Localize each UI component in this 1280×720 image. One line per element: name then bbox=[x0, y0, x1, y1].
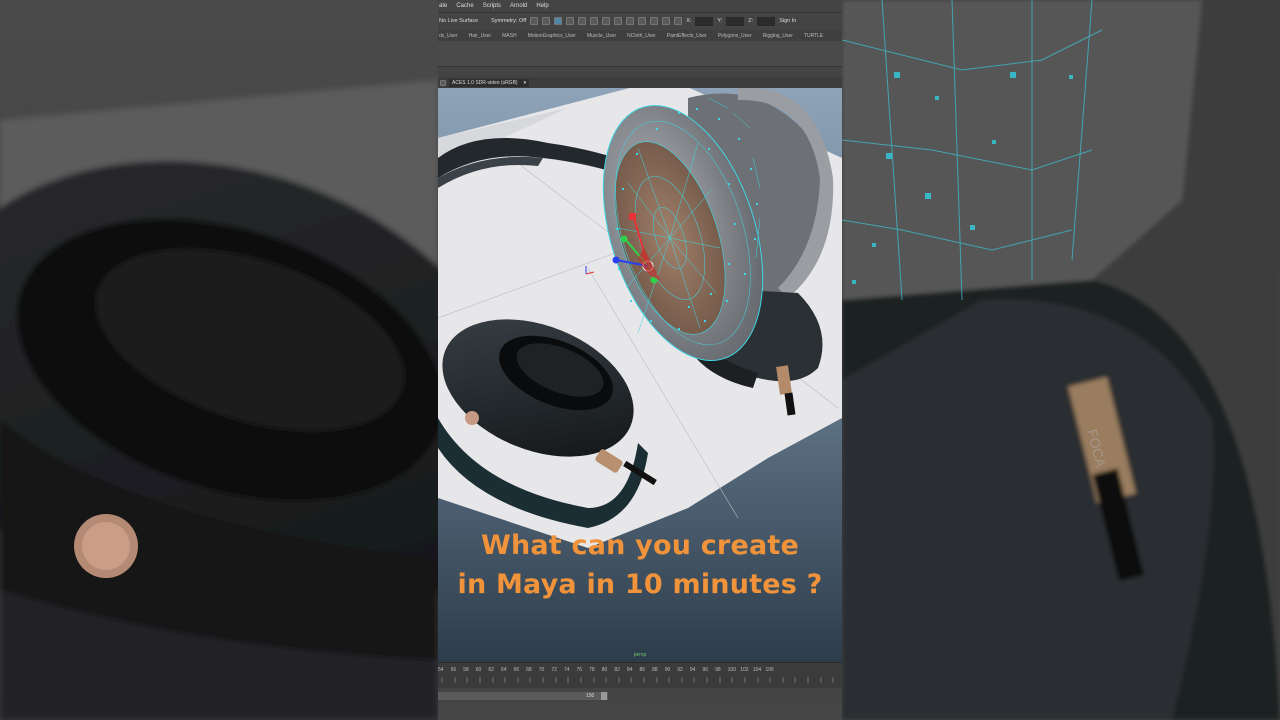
sign-in-button[interactable]: Sign In bbox=[779, 18, 796, 24]
frame-tick: 86 bbox=[639, 667, 646, 673]
blurred-earcup-closeup bbox=[0, 80, 438, 720]
overlay-caption-line2: in Maya in 10 minutes ? bbox=[457, 569, 823, 600]
frame-tick: 64 bbox=[500, 667, 507, 673]
y-field[interactable] bbox=[726, 16, 745, 26]
frame-tick: 90 bbox=[664, 667, 671, 673]
frame-tick: 62 bbox=[488, 667, 494, 673]
ipr-render-icon[interactable] bbox=[614, 17, 623, 25]
camera-icon[interactable] bbox=[440, 79, 446, 86]
frame-tick: 56 bbox=[450, 667, 457, 673]
frame-tick: 76 bbox=[576, 667, 583, 673]
status-line: No Live Surface Symmetry: Off X: Y: Z: S… bbox=[438, 12, 842, 29]
hypershade-icon[interactable] bbox=[638, 17, 647, 25]
range-slider[interactable] bbox=[438, 692, 608, 700]
menu-item-scripts[interactable]: Scripts bbox=[483, 3, 501, 9]
menu-item-help[interactable]: Help bbox=[536, 3, 548, 9]
shelf-tab[interactable]: MASH bbox=[502, 33, 516, 39]
snap-point-icon[interactable] bbox=[590, 17, 599, 25]
blurred-background-left bbox=[0, 0, 438, 720]
z-axis-handle[interactable] bbox=[612, 256, 620, 264]
frame-tick: 88 bbox=[652, 667, 658, 673]
timeline-tick-marks bbox=[441, 677, 834, 683]
layout-split-icon[interactable] bbox=[674, 17, 683, 25]
select-object-icon[interactable] bbox=[530, 17, 539, 25]
render-settings-icon[interactable] bbox=[626, 17, 635, 25]
shelf-area bbox=[438, 41, 842, 67]
render-frame-icon[interactable] bbox=[602, 17, 611, 25]
menu-bar: ate Cache Scripts Arnold Help bbox=[438, 0, 842, 12]
layout-icon[interactable] bbox=[662, 17, 671, 25]
shelf-tab[interactable]: MotionGraphics_User bbox=[528, 33, 576, 39]
range-end-value: 150 bbox=[586, 693, 595, 699]
blurred-wireframe-closeup: FOCA bbox=[842, 0, 1280, 720]
rivet-left bbox=[465, 411, 479, 425]
frame-tick: 84 bbox=[626, 667, 633, 673]
frame-tick: 72 bbox=[551, 667, 557, 673]
frame-tick: 92 bbox=[677, 667, 683, 673]
z-field[interactable] bbox=[757, 16, 776, 26]
frame-tick: 102 bbox=[740, 667, 749, 673]
overlay-caption-line1: What can you create bbox=[480, 530, 800, 561]
x-field-label: X: bbox=[686, 18, 692, 24]
snap-curve-icon[interactable] bbox=[578, 17, 587, 25]
shelf-tab[interactable]: Muscle_User bbox=[587, 33, 616, 39]
shelf-tab[interactable]: TURTLE bbox=[804, 33, 823, 39]
shelf-tab[interactable]: NCloth_User bbox=[627, 33, 656, 39]
camera-label: persp bbox=[633, 652, 647, 658]
frame-tick: 68 bbox=[526, 667, 532, 673]
menu-item-cache[interactable]: Cache bbox=[456, 3, 473, 9]
frame-tick: 60 bbox=[475, 667, 482, 673]
command-line-bar bbox=[438, 702, 842, 720]
frame-tick: 66 bbox=[513, 667, 520, 673]
shelf-tab[interactable]: Rigging_User bbox=[763, 33, 793, 39]
snap-grid-icon[interactable] bbox=[566, 17, 575, 25]
shelf-tab[interactable]: ds_User bbox=[439, 33, 458, 39]
frame-tick: 100 bbox=[727, 667, 736, 673]
viewport-toolbar: ACES 1.0 SDR-video (sRGB) ▾ bbox=[438, 77, 842, 88]
maya-window: ate Cache Scripts Arnold Help No Live Su… bbox=[438, 0, 842, 720]
range-slider-handle[interactable] bbox=[601, 692, 607, 700]
live-surface-label[interactable]: No Live Surface bbox=[439, 18, 478, 24]
video-frame: FOCA ate Cache Scripts Arnold Help No Li… bbox=[0, 0, 1280, 720]
frame-tick: 82 bbox=[614, 667, 620, 673]
blurred-background-right: FOCA bbox=[842, 0, 1280, 720]
symmetry-dropdown[interactable]: Symmetry: Off bbox=[491, 18, 526, 24]
y-axis-handle[interactable] bbox=[620, 235, 628, 243]
frame-tick: 106 bbox=[765, 667, 774, 673]
color-space-label: ACES 1.0 SDR-video (sRGB) bbox=[452, 79, 518, 86]
shelf-tab[interactable]: PaintEffects_User bbox=[667, 33, 707, 39]
y-field-label: Y: bbox=[717, 18, 723, 24]
x-axis-handle[interactable] bbox=[629, 213, 636, 220]
frame-tick: 58 bbox=[463, 667, 469, 673]
frame-tick: 94 bbox=[689, 667, 696, 673]
select-component-icon[interactable] bbox=[542, 17, 551, 25]
shelf-tab[interactable]: Polygons_User bbox=[718, 33, 752, 39]
frame-tick: 96 bbox=[702, 667, 709, 673]
frame-tick: 80 bbox=[601, 667, 608, 673]
frame-tick: 98 bbox=[715, 667, 721, 673]
z-field-label: Z: bbox=[748, 18, 754, 24]
pause-icon[interactable] bbox=[650, 17, 659, 25]
menu-item-arnold[interactable]: Arnold bbox=[510, 3, 527, 9]
frame-tick: 74 bbox=[563, 667, 570, 673]
frame-tick: 54 bbox=[438, 667, 444, 673]
x-field[interactable] bbox=[695, 16, 714, 26]
panel-menu-bar bbox=[438, 67, 842, 77]
color-space-dropdown[interactable]: ACES 1.0 SDR-video (sRGB) ▾ bbox=[449, 78, 530, 87]
menu-item-edit-partial[interactable]: ate bbox=[439, 3, 447, 9]
frame-tick: 104 bbox=[752, 667, 762, 673]
time-ruler: 54 56 58 60 62 64 66 68 70 72 74 76 78 8… bbox=[438, 667, 842, 673]
soft-select-icon[interactable] bbox=[554, 17, 563, 25]
chevron-down-icon: ▾ bbox=[523, 79, 527, 86]
frame-tick: 70 bbox=[538, 667, 545, 673]
dropdown-arrow-icon[interactable] bbox=[482, 17, 488, 25]
shelf-tab[interactable]: Hair_User bbox=[469, 33, 492, 39]
frame-tick: 78 bbox=[589, 667, 595, 673]
shelf-tabs: ds_User Hair_User MASH MotionGraphics_Us… bbox=[438, 30, 842, 41]
